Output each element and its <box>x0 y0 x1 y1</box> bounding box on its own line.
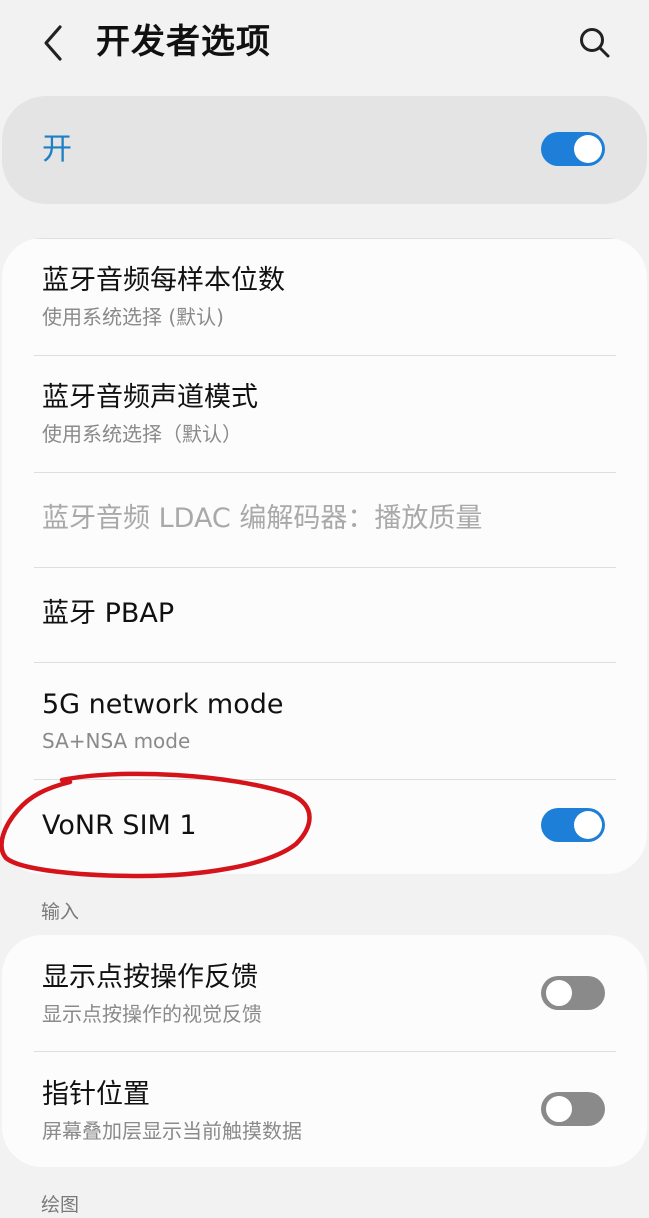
setting-vonr-sim1[interactable]: VoNR SIM 1 <box>2 780 647 874</box>
toggle-knob <box>544 1094 574 1124</box>
setting-bluetooth-bits-per-sample[interactable]: 蓝牙音频每样本位数 使用系统选择 (默认) <box>2 239 647 355</box>
chevron-left-icon <box>44 25 62 61</box>
setting-title: 蓝牙 PBAP <box>42 598 175 629</box>
search-button[interactable] <box>572 20 618 66</box>
setting-pointer-location[interactable]: 指针位置 屏幕叠加层显示当前触摸数据 <box>2 1052 647 1167</box>
setting-title: VoNR SIM 1 <box>42 810 197 841</box>
master-toggle[interactable] <box>541 132 605 166</box>
page-title: 开发者选项 <box>96 22 271 62</box>
master-switch-label: 开 <box>42 132 72 167</box>
setting-subtitle: 使用系统选择 (默认) <box>42 305 224 329</box>
setting-subtitle: 屏幕叠加层显示当前触摸数据 <box>42 1119 302 1143</box>
setting-bluetooth-channel-mode[interactable]: 蓝牙音频声道模式 使用系统选择（默认） <box>2 356 647 472</box>
vonr-sim1-toggle[interactable] <box>541 808 605 842</box>
developer-options-master-switch[interactable]: 开 <box>2 96 647 204</box>
setting-subtitle: 显示点按操作的视觉反馈 <box>42 1002 262 1026</box>
setting-title: 蓝牙音频 LDAC 编解码器：播放质量 <box>42 503 483 534</box>
setting-title: 指针位置 <box>42 1079 150 1110</box>
settings-card-bluetooth-network: 蓝牙音频每样本位数 使用系统选择 (默认) 蓝牙音频声道模式 使用系统选择（默认… <box>2 238 647 874</box>
setting-subtitle: 使用系统选择（默认） <box>42 422 242 446</box>
setting-title: 蓝牙音频声道模式 <box>42 382 258 413</box>
search-icon <box>580 28 610 58</box>
settings-card-input: 显示点按操作反馈 显示点按操作的视觉反馈 指针位置 屏幕叠加层显示当前触摸数据 <box>2 935 647 1167</box>
setting-bluetooth-ldac-quality: 蓝牙音频 LDAC 编解码器：播放质量 <box>2 473 647 567</box>
section-header-input: 输入 <box>41 901 80 923</box>
setting-5g-network-mode[interactable]: 5G network mode SA+NSA mode <box>2 663 647 779</box>
setting-subtitle: SA+NSA mode <box>42 729 191 753</box>
section-header-drawing: 绘图 <box>41 1194 80 1216</box>
setting-title: 5G network mode <box>42 689 284 720</box>
toggle-knob <box>574 811 602 839</box>
setting-title: 蓝牙音频每样本位数 <box>42 265 285 296</box>
toggle-knob <box>574 135 602 163</box>
setting-show-taps[interactable]: 显示点按操作反馈 显示点按操作的视觉反馈 <box>2 935 647 1051</box>
pointer-location-toggle[interactable] <box>541 1092 605 1126</box>
app-header: 开发者选项 <box>0 0 649 86</box>
setting-bluetooth-pbap[interactable]: 蓝牙 PBAP <box>2 568 647 662</box>
show-taps-toggle[interactable] <box>541 976 605 1010</box>
setting-title: 显示点按操作反馈 <box>42 962 258 993</box>
back-button[interactable] <box>30 20 76 66</box>
toggle-knob <box>544 978 574 1008</box>
